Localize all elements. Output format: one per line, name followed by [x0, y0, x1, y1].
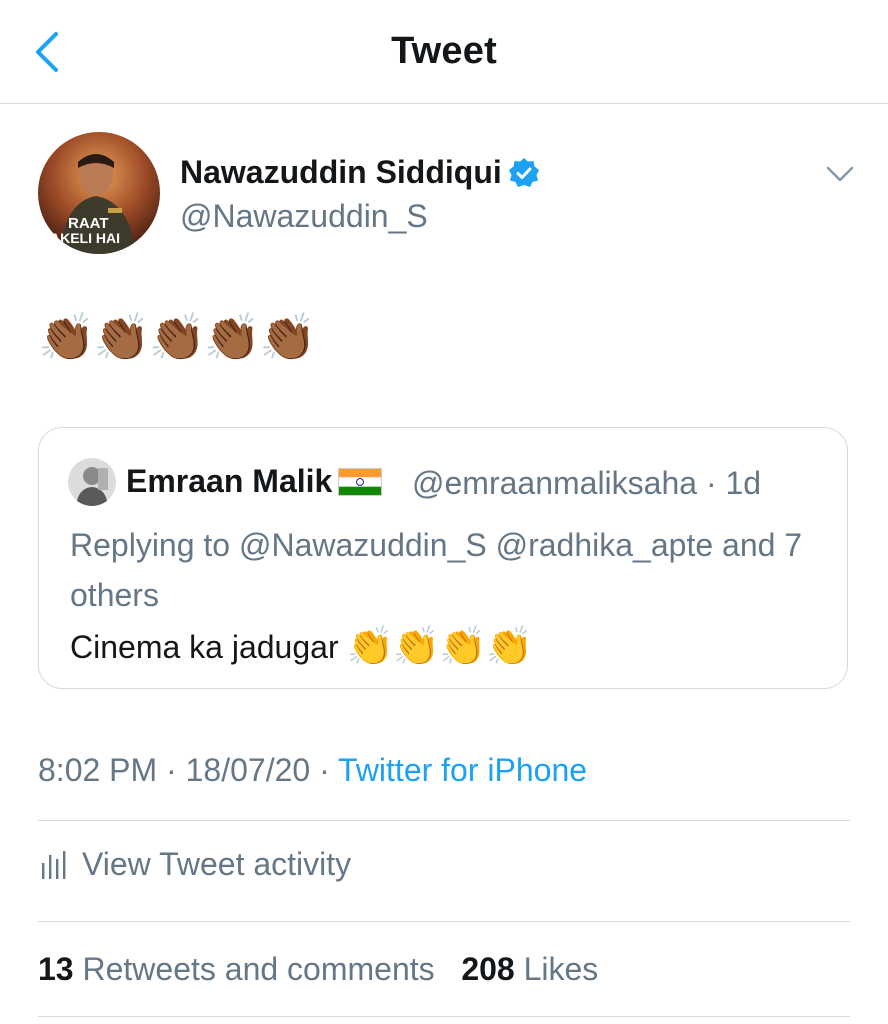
tweet-meta: 8:02 PM · 18/07/20 · Twitter for iPhone: [38, 752, 588, 788]
activity-label: View Tweet activity: [82, 846, 352, 882]
quoted-text: Cinema ka jadugar: [70, 628, 339, 665]
quoted-author-avatar[interactable]: [68, 458, 116, 506]
quoted-reply-context: Replying to @Nawazuddin_S @radhika_apte …: [70, 520, 810, 620]
likes-count: 208: [461, 951, 515, 987]
likes-label: Likes: [523, 951, 599, 987]
reply-prefix: Replying to: [70, 527, 231, 563]
verified-badge-icon: [508, 157, 539, 187]
bar-chart-icon: [42, 850, 66, 879]
quoted-emoji: 👏👏👏👏: [346, 626, 533, 668]
chevron-down-icon: [826, 166, 854, 182]
quoted-author-name: Emraan Malik: [126, 463, 333, 499]
divider: [38, 820, 850, 821]
tweet-stats: 13 Retweets and comments 208 Likes: [38, 951, 598, 988]
header-divider: [0, 103, 888, 104]
retweets-label: Retweets and comments: [82, 951, 435, 987]
author-name: Nawazuddin Siddiqui: [180, 154, 502, 190]
tweet-options-button[interactable]: [822, 160, 858, 188]
divider: [38, 1016, 850, 1017]
retweets-count: 13: [38, 951, 74, 987]
tweet-source-link[interactable]: Twitter for iPhone: [338, 752, 587, 788]
avatar-text-line2: AKELI HAI: [50, 230, 120, 246]
author-name-row[interactable]: Nawazuddin Siddiqui: [180, 154, 540, 191]
tweet-text: 👏🏾👏🏾👏🏾👏🏾👏🏾: [38, 311, 316, 363]
quoted-name-row[interactable]: Emraan Malik: [126, 463, 383, 500]
tweet-date: 18/07/20: [185, 752, 311, 788]
quoted-handle[interactable]: @emraanmaliksaha: [412, 465, 697, 501]
page-title: Tweet: [391, 30, 497, 72]
quoted-meta: @emraanmaliksaha · 1d: [412, 465, 761, 502]
retweets-stat[interactable]: 13 Retweets and comments: [38, 951, 435, 987]
india-flag-icon: [338, 467, 383, 496]
quoted-separator: ·: [705, 465, 717, 501]
quoted-age: 1d: [725, 465, 762, 501]
view-tweet-activity-button[interactable]: View Tweet activity: [38, 846, 351, 883]
tweet-time: 8:02 PM: [38, 752, 158, 788]
author-avatar[interactable]: RAAT AKELI HAI: [38, 132, 160, 254]
likes-stat[interactable]: 208 Likes: [461, 951, 598, 987]
quoted-text-row: Cinema ka jadugar 👏👏👏👏: [70, 625, 533, 669]
divider: [38, 921, 850, 922]
author-handle[interactable]: @Nawazuddin_S: [180, 198, 428, 235]
